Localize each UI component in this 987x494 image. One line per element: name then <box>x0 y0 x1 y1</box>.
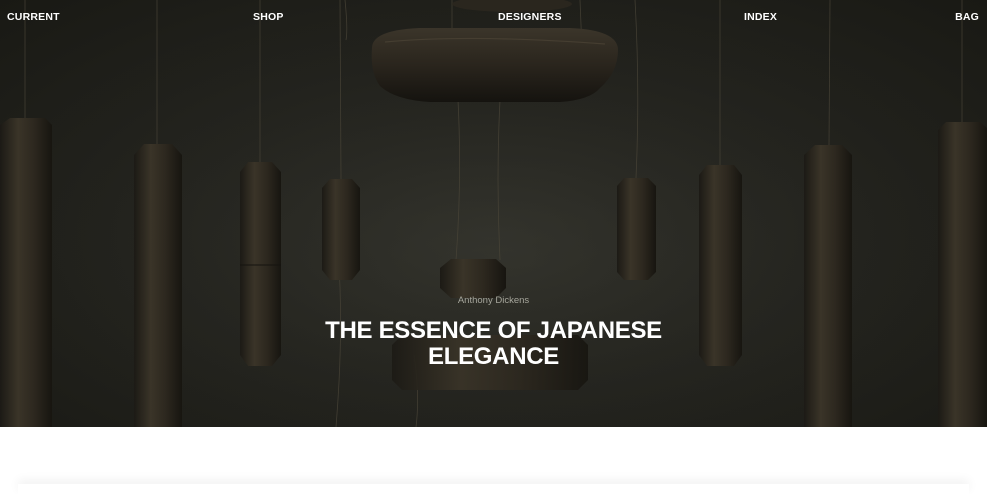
designer-name-link[interactable]: Anthony Dickens <box>0 295 987 307</box>
nav-link-index[interactable]: INDEX <box>744 11 777 23</box>
content-area <box>0 427 987 491</box>
hero-headline[interactable]: THE ESSENCE OF JAPANESE ELEGANCE <box>284 318 704 370</box>
content-card-edge <box>18 484 969 494</box>
hero-caption: Anthony Dickens THE ESSENCE OF JAPANESE … <box>0 295 987 370</box>
nav-link-designers[interactable]: DESIGNERS <box>498 11 562 23</box>
nav-link-current[interactable]: CURRENT <box>7 11 60 23</box>
hero-banner[interactable]: CURRENT SHOP DESIGNERS INDEX BAG Anthony… <box>0 0 987 427</box>
top-navigation: CURRENT SHOP DESIGNERS INDEX BAG <box>0 0 987 32</box>
bag-link[interactable]: BAG <box>955 11 979 23</box>
nav-link-shop[interactable]: SHOP <box>253 11 284 23</box>
